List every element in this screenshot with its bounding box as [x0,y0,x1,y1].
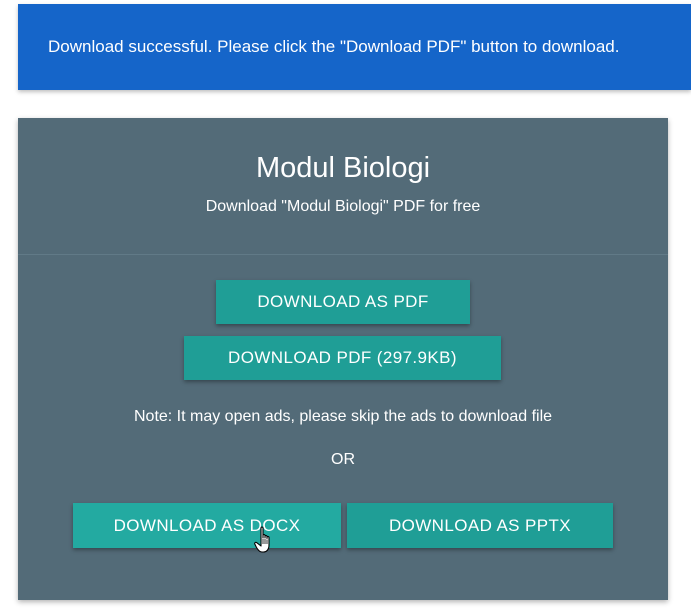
download-as-pptx-button[interactable]: DOWNLOAD AS PPTX [347,503,613,548]
download-pdf-size-button[interactable]: DOWNLOAD PDF (297.9KB) [184,336,501,380]
download-as-pdf-button[interactable]: DOWNLOAD AS PDF [216,280,470,324]
ads-note: Note: It may open ads, please skip the a… [133,408,553,425]
success-alert-message: Download successful. Please click the "D… [48,37,620,56]
page: Download successful. Please click the "D… [0,0,691,615]
success-alert: Download successful. Please click the "D… [18,4,691,90]
or-divider-text: OR [331,451,355,468]
hand-pointer-cursor-icon [254,526,270,553]
card-subtitle: Download "Modul Biologi" PDF for free [205,198,481,215]
download-as-docx-button[interactable]: DOWNLOAD AS DOCX [73,503,341,548]
card-header: Modul Biologi Download "Modul Biologi" P… [18,118,668,255]
download-card: Modul Biologi Download "Modul Biologi" P… [18,118,668,600]
card-title: Modul Biologi [255,152,431,184]
